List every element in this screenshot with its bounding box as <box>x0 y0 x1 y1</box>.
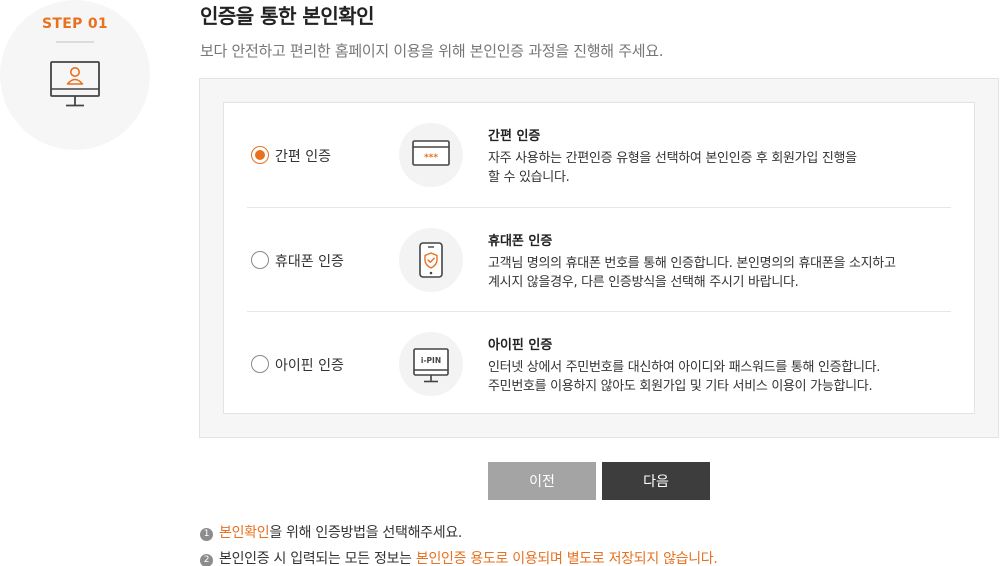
method-desc-phone: 고객님 명의의 휴대폰 번호를 통해 인증합니다. 본인명의의 휴대폰을 소지하… <box>488 256 896 290</box>
radio-phone-auth[interactable] <box>251 251 269 269</box>
phone-shield-icon <box>399 228 463 292</box>
radio-label-simple-auth[interactable]: 간편 인증 <box>275 146 331 166</box>
radio-label-phone-auth[interactable]: 휴대폰 인증 <box>275 251 344 271</box>
notice-highlight-1: 본인확인 <box>219 525 270 541</box>
notice-highlight-2: 본인인증 용도로 이용되며 별도로 저장되지 않습니다. <box>415 551 718 566</box>
notice-item-1: 1 본인확인을 위해 인증방법을 선택해주세요. <box>200 522 462 542</box>
radio-label-ipin-auth[interactable]: 아이핀 인증 <box>275 355 344 375</box>
auth-method-simple[interactable]: 간편 인증 *** 간편 인증 자주 사용하는 간편인증 유형을 선택하여 본인… <box>247 103 951 206</box>
method-title-ipin: 아이핀 인증 <box>488 338 553 353</box>
step-label: STEP 01 <box>42 16 108 32</box>
svg-text:i-PIN: i-PIN <box>421 356 441 365</box>
notice-text-1: 을 위해 인증방법을 선택해주세요. <box>269 525 463 541</box>
auth-method-list: 간편 인증 *** 간편 인증 자주 사용하는 간편인증 유형을 선택하여 본인… <box>223 102 975 414</box>
ipin-monitor-icon: i-PIN <box>399 332 463 396</box>
svg-text:***: *** <box>424 153 438 163</box>
step-divider <box>56 41 94 43</box>
notice-text-2: 본인인증 시 입력되는 모든 정보는 <box>219 551 416 566</box>
method-desc-simple: 자주 사용하는 간편인증 유형을 선택하여 본인인증 후 회원가입 진행을 할 … <box>488 151 857 185</box>
step-indicator: STEP 01 <box>0 0 150 150</box>
auth-method-phone[interactable]: 휴대폰 인증 휴대폰 인증 고객님 명의의 휴대폰 번호를 통해 인증합니다. … <box>247 207 951 310</box>
method-title-phone: 휴대폰 인증 <box>488 234 553 249</box>
notice-number-2: 2 <box>200 554 213 566</box>
notice-item-2: 2 본인인증 시 입력되는 모든 정보는 본인인증 용도로 이용되며 별도로 저장… <box>200 548 718 566</box>
next-button[interactable]: 다음 <box>602 462 710 500</box>
radio-simple-auth[interactable] <box>251 146 269 164</box>
monitor-user-icon <box>50 61 100 107</box>
password-card-icon: *** <box>399 123 463 187</box>
method-title-simple: 간편 인증 <box>488 129 541 144</box>
radio-ipin-auth[interactable] <box>251 355 269 373</box>
notice-number-1: 1 <box>200 528 213 541</box>
auth-method-panel: 간편 인증 *** 간편 인증 자주 사용하는 간편인증 유형을 선택하여 본인… <box>199 78 999 438</box>
page-description: 보다 안전하고 편리한 홈페이지 이용을 위해 본인인증 과정을 진행해 주세요… <box>200 42 664 60</box>
auth-method-ipin[interactable]: 아이핀 인증 i-PIN 아이핀 인증 인터넷 상에서 주민번호를 대신하여 아… <box>247 311 951 414</box>
page-title: 인증을 통한 본인확인 <box>200 4 375 28</box>
method-desc-ipin: 인터넷 상에서 주민번호를 대신하여 아이디와 패스워드를 통해 인증합니다. … <box>488 360 881 394</box>
prev-button[interactable]: 이전 <box>488 462 596 500</box>
